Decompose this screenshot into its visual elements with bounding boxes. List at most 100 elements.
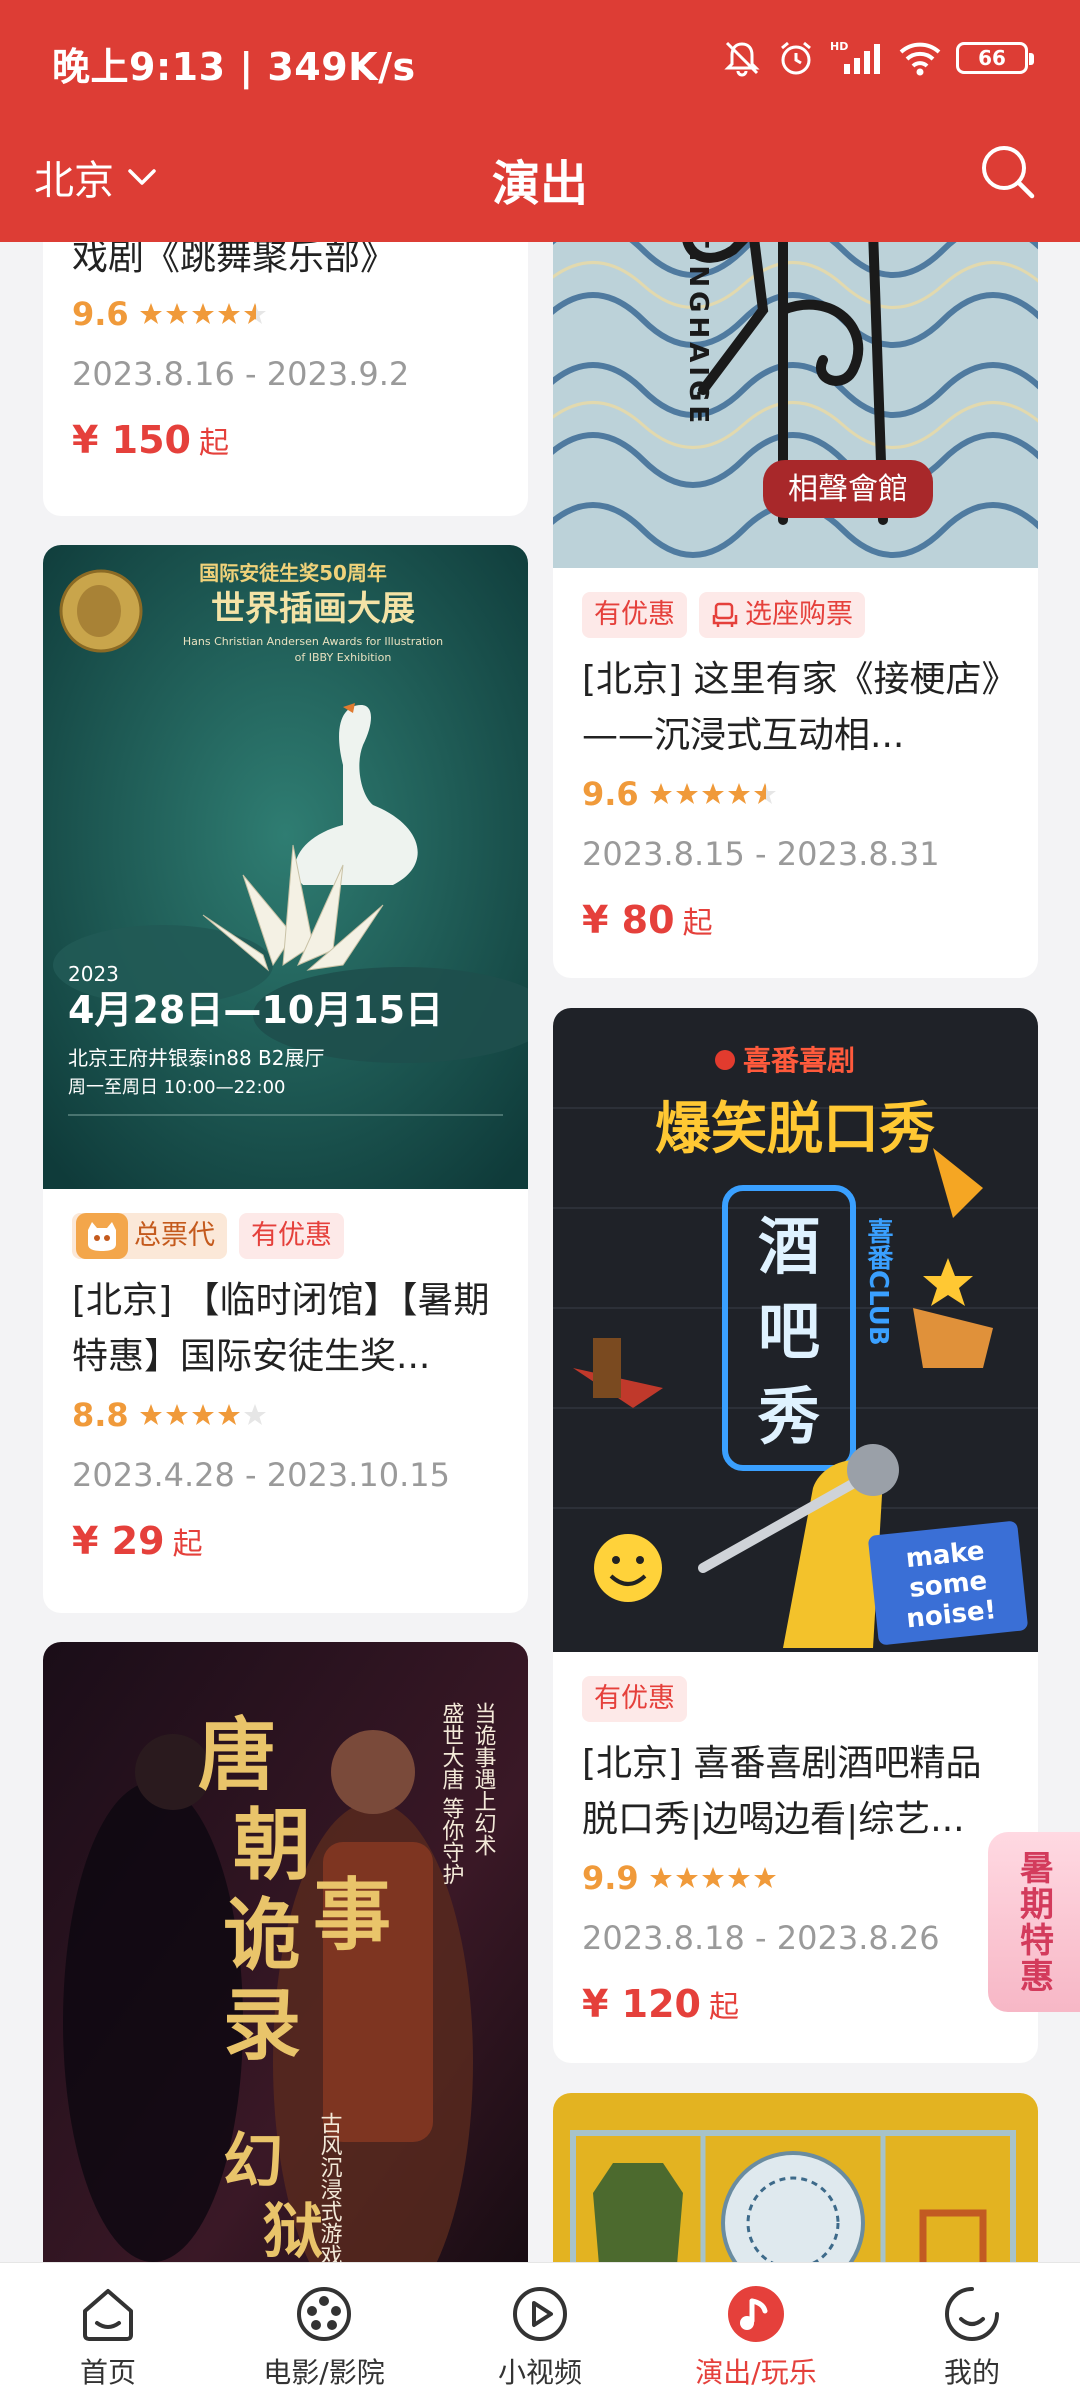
star-icon bbox=[727, 1867, 750, 1888]
event-card-tang[interactable]: 唐 朝 诡 事 录 幻 狱 变 当诡事遇上幻术 盛世大唐 等你守护 古风沉浸式游… bbox=[43, 1642, 528, 2342]
card-title: [北京] 这里有家《接梗店》——沉浸式互动相... bbox=[582, 659, 1000, 756]
empty-star-icon bbox=[243, 1404, 266, 1425]
app-header: 晚上9:13 | 349K/s HD 66 北京 演出 bbox=[0, 0, 1080, 242]
score: 9.9 bbox=[582, 1859, 639, 1897]
rating-row: 9.9 bbox=[582, 1854, 1009, 1902]
poster-tinghaige-art: TINGHAIGE 相聲會館 bbox=[553, 190, 1038, 568]
price-row: ¥ 150 起 bbox=[72, 418, 499, 462]
star-icon bbox=[139, 303, 162, 324]
star-icon bbox=[191, 1404, 214, 1425]
poster-title-5: 录 bbox=[223, 1980, 301, 2071]
star-icon bbox=[675, 783, 698, 804]
poster-col1: 当诡事遇上幻术 bbox=[471, 1702, 497, 1856]
poster-line3: Hans Christian Andersen Awards for Illus… bbox=[183, 635, 443, 648]
price-row: ¥ 80 起 bbox=[582, 898, 1009, 942]
price: ¥ 150 bbox=[72, 418, 191, 462]
status-bar: 晚上9:13 | 349K/s HD 66 bbox=[0, 0, 1080, 120]
tab-profile[interactable]: 我的 bbox=[864, 2263, 1080, 2400]
poster-year: 2023 bbox=[68, 962, 119, 986]
poster-col2: 盛世大唐 等你守护 bbox=[439, 1702, 465, 1885]
seat-icon bbox=[712, 602, 738, 627]
tab-home[interactable]: 首页 bbox=[0, 2263, 216, 2400]
music-note-icon bbox=[728, 2286, 784, 2342]
mute-bell-icon bbox=[724, 41, 760, 77]
tag-discount: 有优惠 bbox=[582, 592, 687, 638]
search-icon bbox=[982, 146, 1035, 199]
poster-hours: 周一至周日 10:00—22:00 bbox=[68, 1077, 285, 1098]
card-title: [北京] 【临时闭馆】【暑期特惠】国际安徒生奖... bbox=[72, 1280, 490, 1377]
poster-dates: 4月28日—10月15日 bbox=[68, 988, 443, 1032]
star-icon bbox=[649, 783, 672, 804]
play-icon bbox=[513, 2287, 567, 2341]
star-icon bbox=[217, 1404, 240, 1425]
price-suffix: 起 bbox=[709, 1990, 739, 2025]
nav-bar: 北京 演出 bbox=[0, 120, 1080, 242]
poster-xifan-art: 喜番喜剧 爆笑脱口秀 酒 吧 秀 喜番CLUB make some noise! bbox=[553, 1008, 1038, 1652]
star-icon bbox=[139, 1404, 162, 1425]
alarm-icon bbox=[781, 41, 811, 75]
poster-sub-2: 狱 bbox=[263, 2197, 323, 2267]
event-card-xifan[interactable]: 喜番喜剧 爆笑脱口秀 酒 吧 秀 喜番CLUB make some noise! bbox=[553, 1008, 1038, 2063]
event-card-tinghaige[interactable]: TINGHAIGE 相聲會館 有优惠 选座购票 [北京] 这里有家《接梗店》——… bbox=[553, 190, 1038, 978]
card-title: [北京] 喜番喜剧酒吧精品脱口秀|边喝边看|综艺... bbox=[582, 1743, 982, 1840]
star-icon bbox=[701, 783, 724, 804]
search-button[interactable] bbox=[978, 142, 1038, 202]
poster-seal: 相聲會館 bbox=[788, 472, 908, 507]
tab-home-label: 首页 bbox=[79, 2356, 136, 2389]
poster-title-2: 朝 bbox=[233, 1800, 311, 1891]
tag-label: 总票代 bbox=[134, 1220, 215, 1251]
tab-movies[interactable]: 电影/影院 bbox=[216, 2263, 432, 2400]
tab-movies-label: 电影/影院 bbox=[263, 2356, 385, 2389]
date-range: 2023.8.18 - 2023.8.26 bbox=[582, 1919, 940, 1957]
price-suffix: 起 bbox=[682, 906, 713, 941]
poster-title-1: 唐 bbox=[198, 1710, 276, 1801]
poster-tang: 唐 朝 诡 事 录 幻 狱 变 当诡事遇上幻术 盛世大唐 等你守护 古风沉浸式游… bbox=[43, 1642, 528, 2342]
rating-row: 8.8 bbox=[72, 1391, 499, 1439]
poster-title-3: 诡 bbox=[223, 1890, 301, 1981]
price: ¥ 29 bbox=[72, 1519, 165, 1563]
svg-text:HD: HD bbox=[830, 40, 848, 53]
star-icon bbox=[165, 303, 188, 324]
summer-sale-label: 暑期特惠 bbox=[1013, 1850, 1054, 1994]
status-icons: HD 66 bbox=[722, 38, 1034, 78]
star-icon bbox=[701, 1867, 724, 1888]
tag-agent: 总票代 bbox=[72, 1213, 227, 1259]
tab-shows[interactable]: 演出/玩乐 bbox=[648, 2263, 864, 2400]
poster-xifan: 喜番喜剧 爆笑脱口秀 酒 吧 秀 喜番CLUB make some noise! bbox=[553, 1008, 1038, 1652]
score: 8.8 bbox=[72, 1396, 129, 1434]
date-range: 2023.4.28 - 2023.10.15 bbox=[72, 1456, 450, 1494]
cat-mascot-icon bbox=[76, 1213, 128, 1259]
poster-line4: of IBBY Exhibition bbox=[295, 651, 392, 664]
summer-sale-badge[interactable]: 暑期特惠 bbox=[988, 1832, 1080, 2012]
price-suffix: 起 bbox=[172, 1527, 203, 1562]
tab-profile-label: 我的 bbox=[943, 2356, 1000, 2389]
price-suffix: 起 bbox=[199, 426, 229, 461]
tag-discount: 有优惠 bbox=[239, 1213, 344, 1259]
star-icon bbox=[675, 1867, 698, 1888]
event-card-andersen[interactable]: 国际安徒生奖50周年 世界插画大展 Hans Christian Anderse… bbox=[43, 545, 528, 1613]
star-rating bbox=[649, 1866, 777, 1890]
score: 9.6 bbox=[582, 775, 639, 813]
tab-short-video[interactable]: 小视频 bbox=[432, 2263, 648, 2400]
tag-discount: 有优惠 bbox=[582, 1676, 687, 1722]
star-icon bbox=[217, 303, 240, 324]
poster-line2: 世界插画大展 bbox=[211, 589, 415, 629]
star-icon bbox=[753, 1867, 776, 1888]
poster-headline: 爆笑脱口秀 bbox=[655, 1097, 935, 1162]
star-icon bbox=[191, 303, 214, 324]
poster-andersen: 国际安徒生奖50周年 世界插画大展 Hans Christian Anderse… bbox=[43, 545, 528, 1189]
page-title: 演出 bbox=[491, 156, 588, 212]
tag-list: 总票代 有优惠 bbox=[72, 1213, 499, 1259]
rating-row: 9.6 bbox=[72, 290, 499, 338]
date-range: 2023.8.16 - 2023.9.2 bbox=[72, 355, 410, 393]
poster-venue: 北京王府井银泰in88 B2展厅 bbox=[68, 1046, 324, 1070]
rating-row: 9.6 bbox=[582, 770, 1009, 818]
poster-sub-1: 幻 bbox=[223, 2127, 283, 2197]
battery-indicator: 66 bbox=[956, 42, 1034, 74]
film-reel-icon bbox=[297, 2287, 351, 2341]
signal-hd-icon: HD bbox=[830, 40, 880, 74]
tag-list: 有优惠 bbox=[582, 1676, 1009, 1722]
poster-brand: 喜番喜剧 bbox=[743, 1044, 855, 1077]
star-icon bbox=[649, 1867, 672, 1888]
tab-short-video-label: 小视频 bbox=[497, 2356, 582, 2389]
